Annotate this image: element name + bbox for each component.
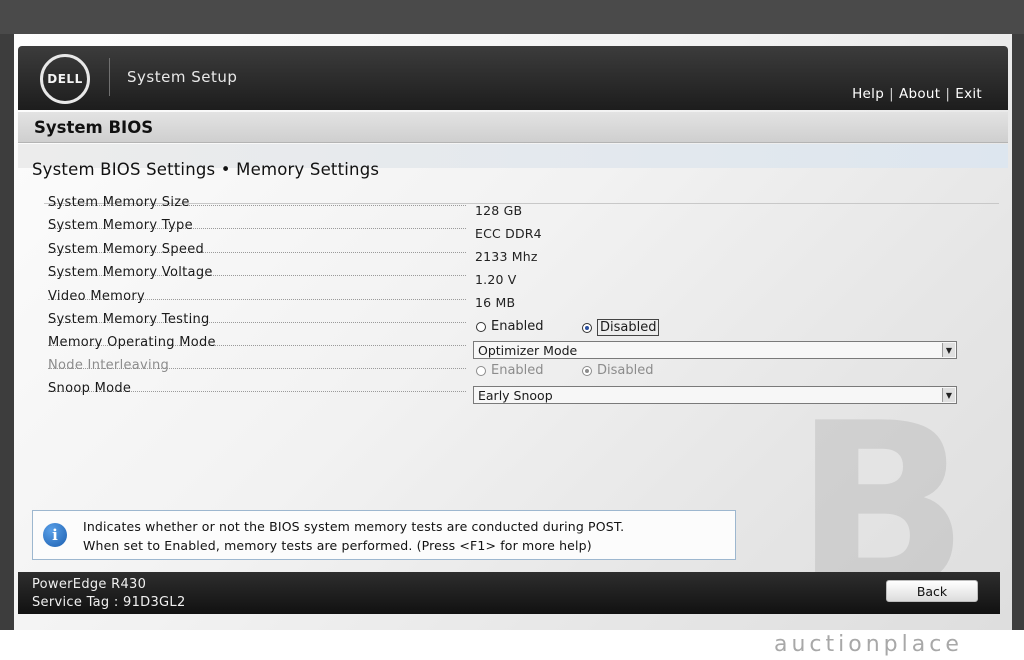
help-text: Indicates whether or not the BIOS system… bbox=[83, 517, 624, 555]
select-value: Early Snoop bbox=[478, 388, 553, 403]
memory-voltage-value: 1.20 V bbox=[475, 272, 517, 287]
page-title: System BIOS Settings • Memory Settings bbox=[32, 160, 380, 179]
dropdown-arrow-icon[interactable]: ▼ bbox=[942, 343, 955, 357]
memory-size-value: 128 GB bbox=[475, 203, 523, 218]
setting-row-memory-type: System Memory Type bbox=[48, 218, 468, 238]
watermark-brand: auctionplace bbox=[774, 632, 963, 657]
radio-circle-icon bbox=[476, 365, 486, 376]
setting-label: Video Memory bbox=[48, 289, 146, 304]
memory-speed-value: 2133 Mhz bbox=[475, 249, 538, 264]
system-model: PowerEdge R430 bbox=[32, 577, 147, 592]
setting-label: System Memory Size bbox=[48, 195, 190, 210]
node-interleaving-disabled-radio: Disabled bbox=[582, 363, 653, 378]
setting-row-memory-testing: System Memory Testing bbox=[48, 312, 468, 332]
setting-label: Memory Operating Mode bbox=[48, 335, 216, 350]
topbar-divider bbox=[109, 58, 110, 96]
link-separator: | bbox=[945, 86, 951, 102]
top-bar: DELL System Setup Help | About | Exit bbox=[18, 46, 1008, 110]
setting-label: System Memory Speed bbox=[48, 242, 205, 257]
footer-bar: PowerEdge R430 Service Tag : 91D3GL2 Bac… bbox=[18, 572, 1000, 614]
app-title: System Setup bbox=[127, 68, 238, 86]
setting-row-operating-mode: Memory Operating Mode bbox=[48, 335, 468, 355]
back-button[interactable]: Back bbox=[886, 580, 978, 602]
help-panel: i Indicates whether or not the BIOS syst… bbox=[32, 510, 736, 560]
top-links: Help | About | Exit bbox=[852, 86, 982, 102]
help-link[interactable]: Help bbox=[852, 86, 884, 102]
bios-screen: DELL System Setup Help | About | Exit System… bbox=[14, 34, 1012, 630]
radio-selected-icon bbox=[582, 365, 592, 376]
dell-logo-icon: DELL bbox=[40, 54, 90, 104]
setting-row-memory-size: System Memory Size bbox=[48, 195, 468, 215]
radio-label: Enabled bbox=[491, 363, 544, 378]
node-interleaving-enabled-radio: Enabled bbox=[476, 363, 544, 378]
setting-row-memory-voltage: System Memory Voltage bbox=[48, 265, 468, 285]
dropdown-arrow-icon[interactable]: ▼ bbox=[942, 388, 955, 402]
service-tag: Service Tag : 91D3GL2 bbox=[32, 595, 186, 610]
operating-mode-select[interactable]: Optimizer Mode ▼ bbox=[473, 341, 957, 359]
section-header: System BIOS bbox=[18, 112, 1008, 143]
link-separator: | bbox=[889, 86, 894, 102]
memory-type-value: ECC DDR4 bbox=[475, 226, 542, 241]
setting-label: Snoop Mode bbox=[48, 381, 132, 396]
info-icon: i bbox=[43, 523, 67, 547]
setting-row-node-interleaving: Node Interleaving bbox=[48, 358, 468, 378]
setting-row-video-memory: Video Memory bbox=[48, 289, 468, 309]
setting-row-memory-speed: System Memory Speed bbox=[48, 242, 468, 262]
section-title: System BIOS bbox=[34, 118, 154, 137]
setting-label: Node Interleaving bbox=[48, 358, 170, 373]
exit-link[interactable]: Exit bbox=[955, 86, 982, 102]
monitor-bezel-left bbox=[0, 34, 14, 630]
snoop-mode-select[interactable]: Early Snoop ▼ bbox=[473, 386, 957, 404]
memory-testing-disabled-radio[interactable]: Disabled bbox=[582, 319, 660, 336]
radio-selected-icon bbox=[582, 322, 592, 333]
help-line: Indicates whether or not the BIOS system… bbox=[83, 519, 625, 534]
select-value: Optimizer Mode bbox=[478, 343, 578, 358]
memory-testing-enabled-radio[interactable]: Enabled bbox=[476, 319, 544, 334]
setting-row-snoop-mode: Snoop Mode bbox=[48, 381, 468, 401]
setting-label: System Memory Voltage bbox=[48, 265, 213, 280]
setting-label: System Memory Testing bbox=[48, 312, 210, 327]
video-memory-value: 16 MB bbox=[475, 295, 516, 310]
help-line: When set to Enabled, memory tests are pe… bbox=[83, 538, 592, 553]
radio-label: Disabled bbox=[597, 363, 654, 378]
radio-label: Disabled bbox=[597, 319, 660, 336]
monitor-bezel-top bbox=[0, 0, 1024, 34]
radio-circle-icon bbox=[476, 321, 486, 332]
setting-label: System Memory Type bbox=[48, 218, 193, 233]
radio-label: Enabled bbox=[491, 319, 544, 334]
about-link[interactable]: About bbox=[899, 86, 940, 102]
